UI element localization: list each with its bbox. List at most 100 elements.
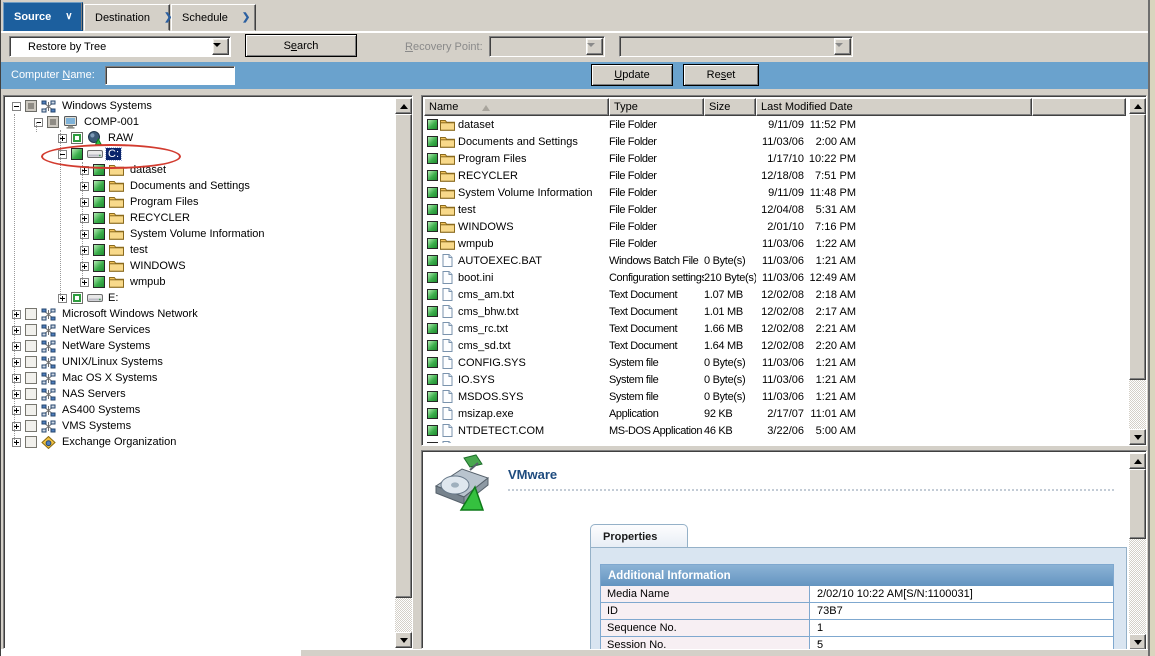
file-row-cms-bhw-txt[interactable]: cms_bhw.txtText Document1.01 MB12/02/082… xyxy=(424,303,1126,320)
details-vertical-scrollbar[interactable] xyxy=(1129,453,1146,650)
file-checkbox[interactable] xyxy=(427,340,438,351)
tree-item-as400-systems[interactable]: AS400 Systems xyxy=(6,402,392,418)
tree-item-mac-os-x-systems[interactable]: Mac OS X Systems xyxy=(6,370,392,386)
tree-item-recycler[interactable]: RECYCLER xyxy=(6,210,392,226)
restore-mode-combobox[interactable]: Restore by Tree xyxy=(9,36,231,57)
column-header-last-modified-date[interactable]: Last Modified Date xyxy=(756,98,1032,116)
file-checkbox[interactable] xyxy=(427,221,438,232)
file-checkbox[interactable] xyxy=(427,119,438,130)
file-list-vertical-scrollbar[interactable] xyxy=(1129,98,1146,445)
computer-name-input[interactable] xyxy=(105,66,235,85)
tree-checkbox[interactable] xyxy=(25,420,37,432)
tree-checkbox[interactable] xyxy=(93,196,105,208)
search-button[interactable]: Search xyxy=(245,34,357,57)
scroll-up-button[interactable] xyxy=(1129,453,1146,469)
tree-checkbox[interactable] xyxy=(25,324,37,336)
tree-item-windows[interactable]: WINDOWS xyxy=(6,258,392,274)
tree-expand-toggle[interactable] xyxy=(12,102,21,111)
restore-mode-dropdown-button[interactable] xyxy=(212,38,229,55)
file-row-boot-ini[interactable]: boot.iniConfiguration settings210 Byte(s… xyxy=(424,269,1126,286)
tree-vertical-scrollbar[interactable] xyxy=(395,98,412,648)
tree-item-test[interactable]: test xyxy=(6,242,392,258)
file-checkbox[interactable] xyxy=(427,170,438,181)
tab-properties[interactable]: Properties xyxy=(590,524,688,548)
file-row-recycler[interactable]: RECYCLERFile Folder12/18/087:51 PM xyxy=(424,167,1126,184)
tree-checkbox[interactable] xyxy=(47,116,59,128)
file-checkbox[interactable] xyxy=(427,425,438,436)
tree-item-netware-services[interactable]: NetWare Services xyxy=(6,322,392,338)
file-checkbox[interactable] xyxy=(427,442,438,443)
file-row-cms-am-txt[interactable]: cms_am.txtText Document1.07 MB12/02/082:… xyxy=(424,286,1126,303)
scroll-down-button[interactable] xyxy=(1129,634,1146,650)
file-checkbox[interactable] xyxy=(427,187,438,198)
tree-checkbox[interactable] xyxy=(25,340,37,352)
tree-checkbox[interactable] xyxy=(93,244,105,256)
file-row-msizap-exe[interactable]: msizap.exeApplication92 KB2/17/0711:01 A… xyxy=(424,405,1126,422)
tree-item-c[interactable]: C: xyxy=(6,146,392,162)
tree-checkbox[interactable] xyxy=(93,228,105,240)
file-row-documents-and-settings[interactable]: Documents and SettingsFile Folder11/03/0… xyxy=(424,133,1126,150)
tree-checkbox[interactable] xyxy=(25,372,37,384)
tree-item-netware-systems[interactable]: NetWare Systems xyxy=(6,338,392,354)
file-row-program-files[interactable]: Program FilesFile Folder1/17/1010:22 PM xyxy=(424,150,1126,167)
file-row-test[interactable]: testFile Folder12/04/085:31 AM xyxy=(424,201,1126,218)
file-row-msdos-sys[interactable]: MSDOS.SYSSystem file0 Byte(s)11/03/061:2… xyxy=(424,388,1126,405)
file-row-dataset[interactable]: datasetFile Folder9/11/0911:52 PM xyxy=(424,116,1126,133)
tree-item-system-volume-information[interactable]: System Volume Information xyxy=(6,226,392,242)
file-checkbox[interactable] xyxy=(427,306,438,317)
tree-checkbox[interactable] xyxy=(93,164,105,176)
tree-checkbox[interactable] xyxy=(25,404,37,416)
file-row-autoexec-bat[interactable]: AUTOEXEC.BATWindows Batch File0 Byte(s)1… xyxy=(424,252,1126,269)
scroll-down-button[interactable] xyxy=(395,632,412,648)
file-row-cms-sd-txt[interactable]: cms_sd.txtText Document1.64 MB12/02/082:… xyxy=(424,337,1126,354)
tree-checkbox[interactable] xyxy=(25,308,37,320)
tree-checkbox[interactable] xyxy=(25,436,37,448)
file-checkbox[interactable] xyxy=(427,391,438,402)
file-row-cms-rc-txt[interactable]: cms_rc.txtText Document1.66 MB12/02/082:… xyxy=(424,320,1126,337)
scroll-up-button[interactable] xyxy=(1129,98,1146,114)
file-checkbox[interactable] xyxy=(427,408,438,419)
scrollbar-thumb[interactable] xyxy=(1129,114,1146,380)
file-checkbox[interactable] xyxy=(427,323,438,334)
column-header-size[interactable]: Size xyxy=(704,98,756,116)
update-button[interactable]: Update xyxy=(591,64,673,86)
file-row-config-sys[interactable]: CONFIG.SYSSystem file0 Byte(s)11/03/061:… xyxy=(424,354,1126,371)
tree-checkbox[interactable] xyxy=(71,132,83,144)
tree-checkbox[interactable] xyxy=(93,212,105,224)
scroll-up-button[interactable] xyxy=(395,98,412,114)
tree-checkbox[interactable] xyxy=(25,100,37,112)
tree-checkbox[interactable] xyxy=(25,388,37,400)
file-row-ntldr[interactable]: ntldrFILE293 KB11/01/072:53 AM xyxy=(424,439,1126,443)
tree-checkbox[interactable] xyxy=(93,276,105,288)
file-row-io-sys[interactable]: IO.SYSSystem file0 Byte(s)11/03/061:21 A… xyxy=(424,371,1126,388)
file-checkbox[interactable] xyxy=(427,272,438,283)
scroll-down-button[interactable] xyxy=(1129,429,1146,445)
scrollbar-thumb[interactable] xyxy=(1129,469,1146,539)
file-row-wmpub[interactable]: wmpubFile Folder11/03/061:22 AM xyxy=(424,235,1126,252)
tree-item-dataset[interactable]: dataset xyxy=(6,162,392,178)
tree-item-program-files[interactable]: Program Files xyxy=(6,194,392,210)
tree-checkbox[interactable] xyxy=(93,260,105,272)
file-checkbox[interactable] xyxy=(427,136,438,147)
tab-source[interactable]: Source ∨ xyxy=(3,2,83,31)
tree-item-vms-systems[interactable]: VMS Systems xyxy=(6,418,392,434)
tree-item-unix-linux-systems[interactable]: UNIX/Linux Systems xyxy=(6,354,392,370)
file-checkbox[interactable] xyxy=(427,357,438,368)
file-checkbox[interactable] xyxy=(427,238,438,249)
tree-item-windows-systems[interactable]: Windows Systems xyxy=(6,98,392,114)
file-checkbox[interactable] xyxy=(427,255,438,266)
tree-item-comp-001[interactable]: COMP-001 xyxy=(6,114,392,130)
scrollbar-thumb[interactable] xyxy=(395,114,412,598)
tree-checkbox[interactable] xyxy=(93,180,105,192)
file-row-windows[interactable]: WINDOWSFile Folder2/01/107:16 PM xyxy=(424,218,1126,235)
reset-button[interactable]: Reset xyxy=(683,64,759,86)
file-checkbox[interactable] xyxy=(427,153,438,164)
tree-item-raw[interactable]: RAW xyxy=(6,130,392,146)
tab-schedule[interactable]: Schedule ❯ xyxy=(171,4,256,31)
file-checkbox[interactable] xyxy=(427,204,438,215)
tree-item-exchange-organization[interactable]: Exchange Organization xyxy=(6,434,392,450)
column-header-name[interactable]: Name xyxy=(424,98,609,116)
tree-checkbox[interactable] xyxy=(71,148,83,160)
file-row-system-volume-information[interactable]: System Volume InformationFile Folder9/11… xyxy=(424,184,1126,201)
tree-item-wmpub[interactable]: wmpub xyxy=(6,274,392,290)
